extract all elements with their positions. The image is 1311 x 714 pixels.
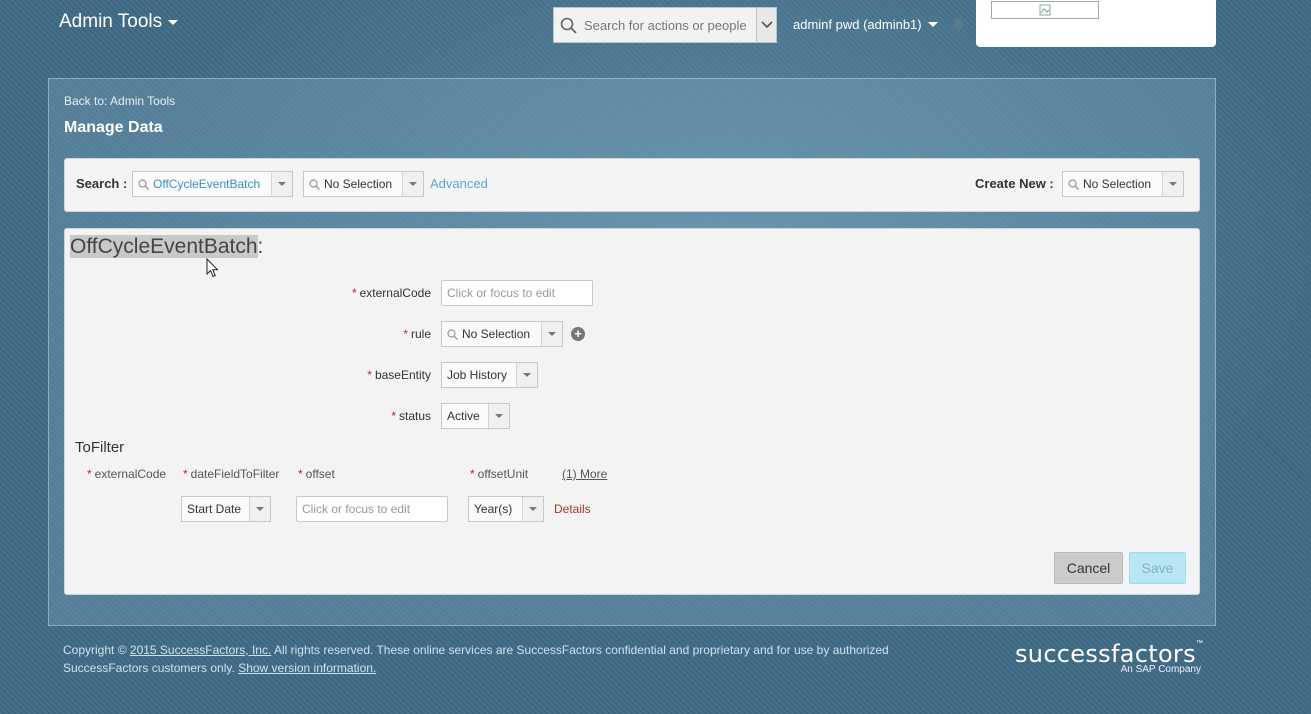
create-new-label: Create New : xyxy=(975,176,1054,191)
cancel-button[interactable]: Cancel xyxy=(1054,552,1123,584)
status-select[interactable]: Active xyxy=(441,403,510,429)
create-new-value: No Selection xyxy=(1083,177,1152,191)
show-version-link[interactable]: Show version information. xyxy=(238,661,376,675)
save-button[interactable]: Save xyxy=(1129,552,1186,584)
chevron-down-icon xyxy=(271,172,292,196)
bell-icon[interactable] xyxy=(952,17,964,31)
search-options-button[interactable] xyxy=(756,8,776,42)
chevron-down-icon xyxy=(488,404,509,428)
offset-unit-select[interactable]: Year(s) xyxy=(468,496,544,522)
object-title-suffix: : xyxy=(257,235,264,258)
column-header-external-code: * externalCode xyxy=(87,467,167,481)
company-link[interactable]: 2015 SuccessFactors, Inc. xyxy=(130,643,271,657)
successfactors-logo: successfactors™ An SAP Company xyxy=(1015,640,1203,675)
chevron-down-icon xyxy=(927,22,938,27)
chevron-down-icon xyxy=(522,497,543,521)
user-menu[interactable]: adminf pwd (adminb1) xyxy=(793,17,938,32)
search-icon xyxy=(309,178,320,190)
chevron-down-icon xyxy=(760,21,773,29)
object-title-name: OffCycleEventBatch xyxy=(70,235,258,258)
company-logo-image xyxy=(991,1,1099,19)
object-select-value: No Selection xyxy=(324,177,393,191)
object-type-select[interactable]: OffCycleEventBatch xyxy=(132,171,293,197)
status-label: * status xyxy=(391,409,431,423)
chevron-down-icon xyxy=(516,363,537,387)
search-label: Search : xyxy=(76,176,128,191)
date-field-value: Start Date xyxy=(187,502,242,516)
user-name: adminf pwd (adminb1) xyxy=(793,17,922,32)
global-search-input[interactable] xyxy=(582,16,756,34)
search-icon xyxy=(1068,178,1079,190)
offset-input[interactable] xyxy=(296,496,448,522)
chevron-down-icon xyxy=(402,172,423,196)
chevron-down-icon xyxy=(249,497,270,521)
more-columns-link[interactable]: (1) More xyxy=(562,467,607,481)
advanced-search-link[interactable]: Advanced xyxy=(430,176,488,191)
column-header-offset-unit: * offsetUnit xyxy=(470,467,529,481)
object-select[interactable]: No Selection xyxy=(303,171,424,197)
rule-select[interactable]: No Selection xyxy=(441,321,563,347)
app-title-menu[interactable]: Admin Tools xyxy=(59,11,179,33)
object-title: OffCycleEventBatch: xyxy=(70,235,263,259)
search-icon xyxy=(447,328,458,340)
search-icon xyxy=(560,17,577,34)
global-search[interactable] xyxy=(553,7,777,43)
copyright-notice: Copyright © 2015 SuccessFactors, Inc. Al… xyxy=(63,641,903,677)
brand-trademark: ™ xyxy=(1195,640,1203,647)
record-form-card xyxy=(64,228,1200,595)
chevron-down-icon xyxy=(168,19,179,25)
rule-value: No Selection xyxy=(462,327,531,341)
chevron-down-icon xyxy=(1162,172,1183,196)
mouse-cursor-icon xyxy=(206,258,219,278)
offset-unit-value: Year(s) xyxy=(474,502,513,516)
external-code-input[interactable] xyxy=(441,280,593,306)
date-field-select[interactable]: Start Date xyxy=(181,496,271,522)
external-code-label: * externalCode xyxy=(351,286,431,300)
rule-label: * rule xyxy=(403,327,431,341)
column-header-offset: * offset xyxy=(298,467,335,481)
details-link[interactable]: Details xyxy=(554,502,591,516)
page-title: Manage Data xyxy=(64,119,163,136)
copyright-prefix: Copyright © xyxy=(63,643,127,657)
base-entity-label: * baseEntity xyxy=(367,368,431,382)
base-entity-select[interactable]: Job History xyxy=(441,362,538,388)
add-circle-icon[interactable]: + xyxy=(571,327,585,341)
column-header-date-field: * dateFieldToFilter xyxy=(183,467,280,481)
to-filter-section-title: ToFilter xyxy=(75,439,125,456)
object-type-value: OffCycleEventBatch xyxy=(153,177,261,191)
back-link[interactable]: Back to: Admin Tools xyxy=(64,94,175,108)
app-title: Admin Tools xyxy=(59,11,163,32)
chevron-down-icon xyxy=(541,322,562,346)
search-icon xyxy=(138,178,149,190)
status-value: Active xyxy=(447,409,480,423)
base-entity-value: Job History xyxy=(447,368,508,382)
create-new-select[interactable]: No Selection xyxy=(1062,171,1184,197)
